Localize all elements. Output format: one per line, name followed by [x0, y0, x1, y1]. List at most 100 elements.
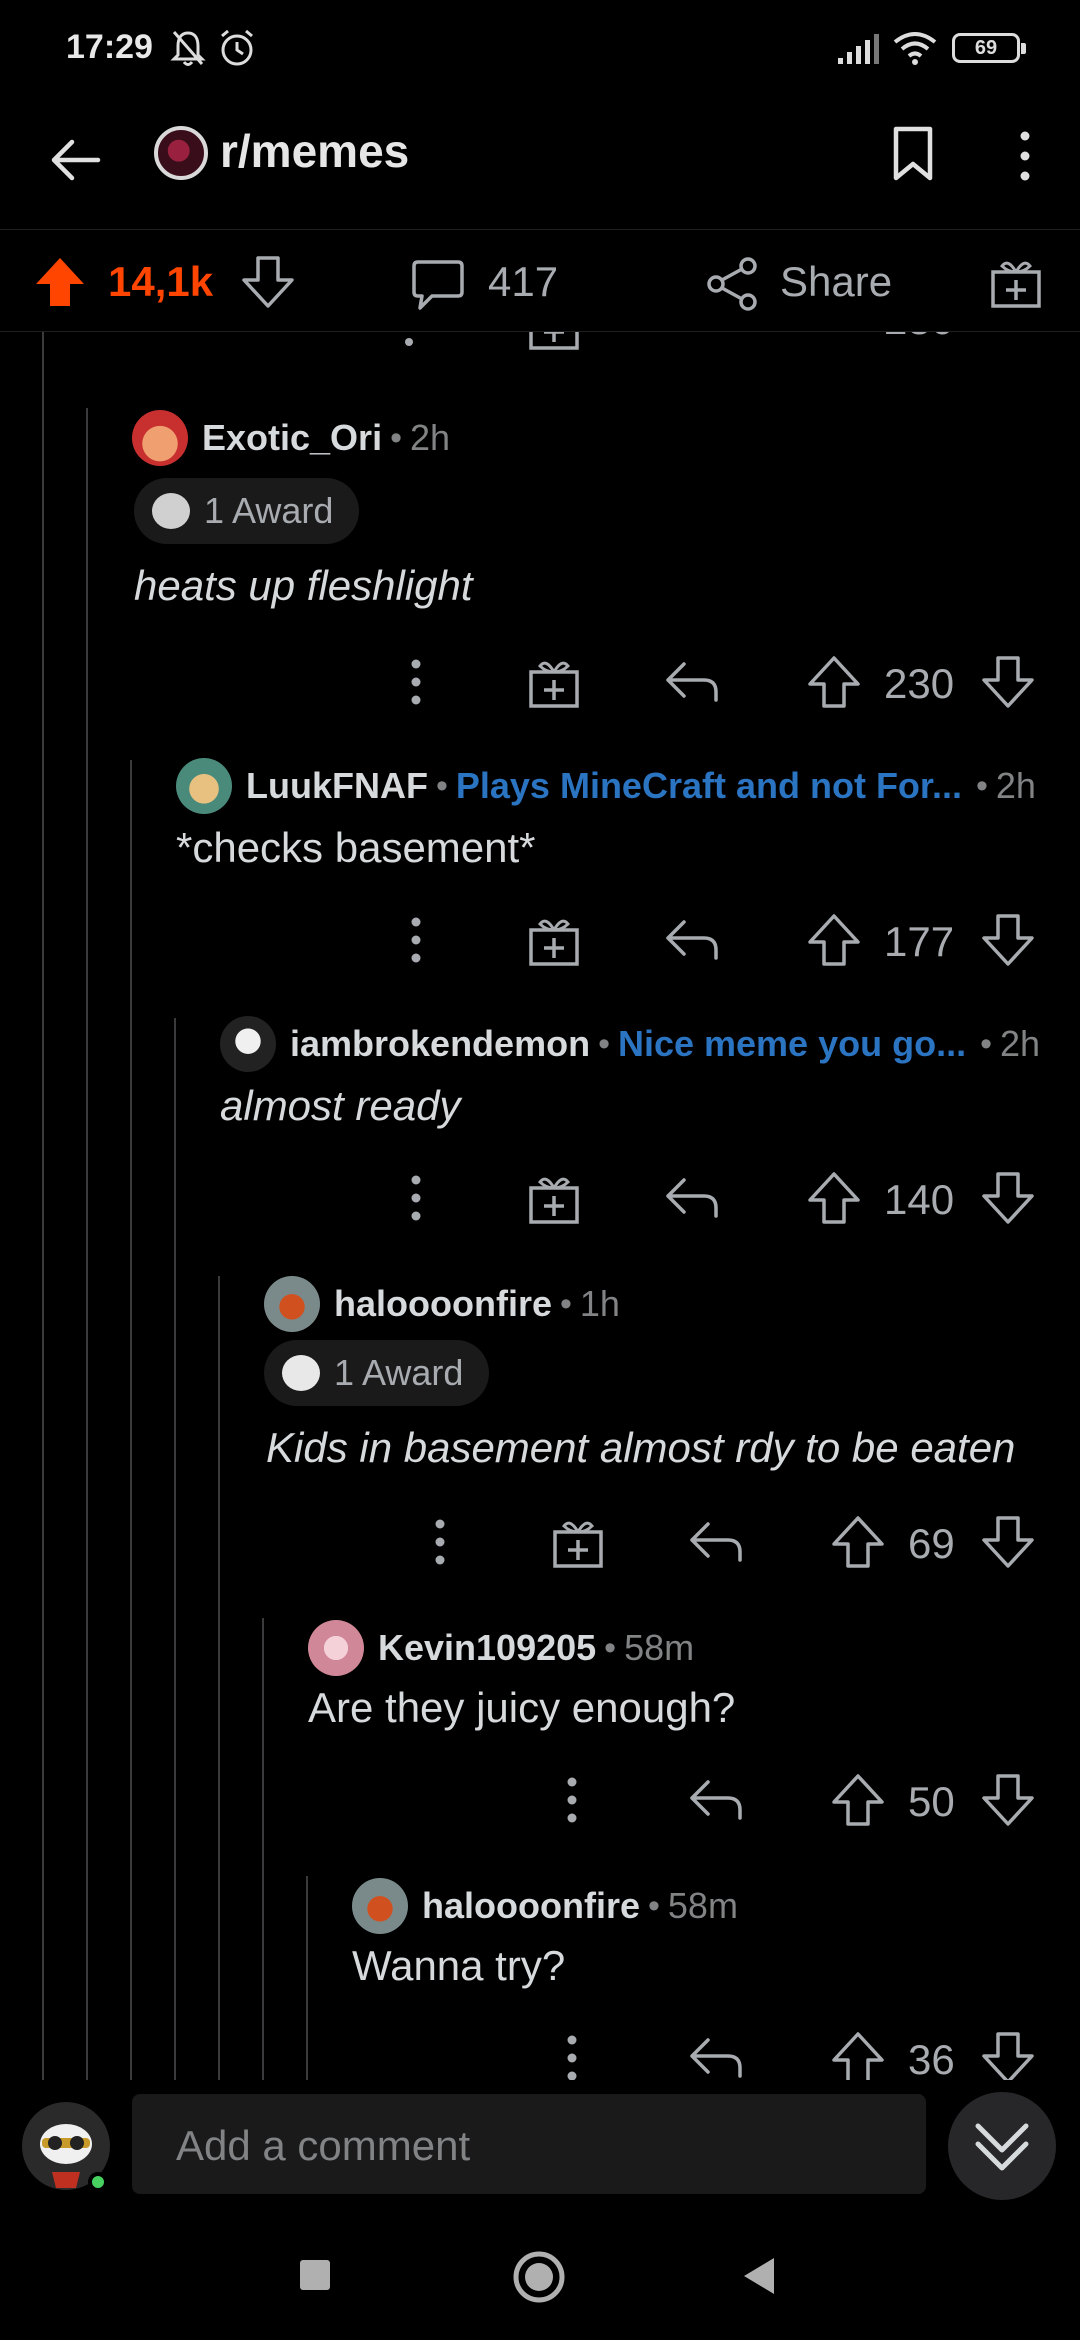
bookmark-icon[interactable]: [888, 124, 938, 184]
user-avatar[interactable]: [176, 758, 232, 814]
comment: iambrokendemon • Nice meme you go... • 2…: [0, 990, 1080, 1248]
more-vertical-icon[interactable]: [432, 1516, 448, 1568]
award-gift-icon[interactable]: [988, 254, 1044, 310]
comment: Exotic_Ori • 2h 1 Award heats up fleshli…: [0, 332, 1080, 732]
comment-actions: 230: [0, 648, 1080, 718]
comment: Kevin109205 • 58m Are they juicy enough?…: [0, 1592, 1080, 1850]
comment-actions: 140: [0, 1164, 1080, 1234]
reply-icon[interactable]: [688, 1776, 744, 1824]
share-icon[interactable]: [704, 256, 760, 312]
post-comment-count[interactable]: 417: [488, 258, 558, 306]
award-gift-icon[interactable]: [526, 1170, 582, 1226]
upvote-icon[interactable]: [830, 1514, 886, 1570]
comment-header: iambrokendemon • Nice meme you go... • 2…: [220, 1016, 1040, 1072]
upvote-icon[interactable]: [830, 1772, 886, 1828]
upvote-active-icon[interactable]: [32, 254, 88, 310]
reply-icon[interactable]: [664, 916, 720, 964]
comment-body: Are they juicy enough?: [308, 1684, 736, 1731]
comment-header: haloooonfire • 1h: [264, 1276, 620, 1332]
upvote-icon[interactable]: [830, 2030, 886, 2080]
alarm-icon: [221, 29, 253, 66]
more-vertical-icon[interactable]: [408, 1172, 424, 1224]
upvote-icon[interactable]: [806, 654, 862, 710]
collapse-threads-button[interactable]: [948, 2092, 1056, 2200]
comment-username[interactable]: Exotic_Ori: [202, 417, 382, 459]
recents-square-icon[interactable]: [298, 2258, 332, 2292]
top-app-bar: r/memes: [0, 100, 1080, 230]
back-arrow-icon[interactable]: [46, 130, 106, 190]
post-score: 14,1k: [108, 258, 214, 305]
comment-header: haloooonfire • 58m: [352, 1878, 738, 1934]
award-gift-icon[interactable]: [526, 912, 582, 968]
award-badge[interactable]: 1 Award: [134, 478, 360, 544]
post-action-bar: 14,1k 417 Share: [0, 230, 1080, 332]
downvote-icon[interactable]: [980, 1772, 1036, 1828]
more-vertical-icon[interactable]: [564, 2032, 580, 2080]
award-gift-icon[interactable]: [550, 1514, 606, 1570]
user-avatar[interactable]: [264, 1276, 320, 1332]
award-label: 1 Award: [204, 490, 334, 531]
comment-body: heats up fleshlight: [134, 562, 473, 609]
back-triangle-icon[interactable]: [742, 2256, 778, 2296]
battery-indicator: 69: [952, 33, 1026, 63]
comment-username[interactable]: iambrokendemon: [290, 1023, 590, 1065]
comment: haloooonfire • 58m Wanna try? 36: [0, 1850, 1080, 2080]
home-circle-icon[interactable]: [512, 2250, 566, 2304]
comment-username[interactable]: haloooonfire: [422, 1885, 640, 1927]
system-navigation-bar: [0, 2210, 1080, 2340]
status-bar: 17:29 69: [0, 0, 1080, 100]
subreddit-avatar[interactable]: [154, 126, 208, 180]
comment-body: almost ready: [220, 1082, 461, 1129]
reply-icon[interactable]: [664, 1174, 720, 1222]
double-chevron-down-icon: [975, 2123, 1029, 2171]
comment-actions: 50: [0, 1766, 1080, 1836]
downvote-icon[interactable]: [980, 2030, 1036, 2080]
comment-score: 69: [908, 1520, 955, 1567]
user-avatar[interactable]: [352, 1878, 408, 1934]
comment-actions: 36: [0, 2024, 1080, 2080]
share-button[interactable]: Share: [780, 258, 892, 306]
comment-body: Kids in basement almost rdy to be eaten: [266, 1424, 1016, 1471]
comment-time: 2h: [409, 417, 451, 458]
downvote-icon[interactable]: [980, 1514, 1036, 1570]
comment-username[interactable]: Kevin109205: [378, 1627, 596, 1669]
more-vertical-icon[interactable]: [564, 1774, 580, 1826]
reply-icon[interactable]: [688, 1518, 744, 1566]
more-vertical-icon[interactable]: [408, 656, 424, 708]
comment-time: 58m: [667, 1885, 738, 1926]
user-flair: Nice meme you go...: [617, 1023, 967, 1064]
more-vertical-icon[interactable]: [408, 914, 424, 966]
add-comment-placeholder: Add a comment: [176, 2122, 471, 2169]
upvote-icon[interactable]: [806, 1170, 862, 1226]
comment-username[interactable]: haloooonfire: [334, 1283, 552, 1325]
comment-bubble-icon[interactable]: [410, 256, 466, 312]
comment-actions: 69: [0, 1508, 1080, 1578]
comment-score: 230: [884, 660, 955, 707]
comment-header: Exotic_Ori • 2h: [132, 410, 450, 466]
downvote-icon[interactable]: [980, 1170, 1036, 1226]
downvote-icon[interactable]: [980, 654, 1036, 710]
comment-body: Wanna try?: [352, 1942, 566, 1989]
reply-icon[interactable]: [664, 658, 720, 706]
comment-time: 1h: [579, 1283, 620, 1324]
comment-score: 36: [908, 2036, 955, 2080]
user-avatar[interactable]: [308, 1620, 364, 1676]
downvote-icon[interactable]: [240, 254, 296, 310]
comment-username[interactable]: LuukFNAF: [246, 765, 428, 807]
comment: LuukFNAF • Plays MineCraft and not For..…: [0, 732, 1080, 990]
comment-actions: 177: [0, 906, 1080, 976]
subreddit-name[interactable]: r/memes: [220, 124, 409, 178]
user-flair: Plays MineCraft and not For...: [455, 765, 962, 806]
user-avatar[interactable]: [220, 1016, 276, 1072]
wifi-icon: [893, 32, 937, 65]
award-badge[interactable]: 1 Award: [264, 1340, 490, 1406]
upvote-icon[interactable]: [806, 912, 862, 968]
wholesome-award-icon: [282, 1355, 320, 1391]
online-status-dot: [88, 2172, 108, 2192]
downvote-icon[interactable]: [980, 912, 1036, 968]
award-gift-icon[interactable]: [526, 654, 582, 710]
more-vertical-icon[interactable]: [1010, 128, 1040, 184]
add-comment-input[interactable]: Add a comment: [132, 2094, 926, 2194]
reply-icon[interactable]: [688, 2034, 744, 2080]
user-avatar[interactable]: [132, 410, 188, 466]
